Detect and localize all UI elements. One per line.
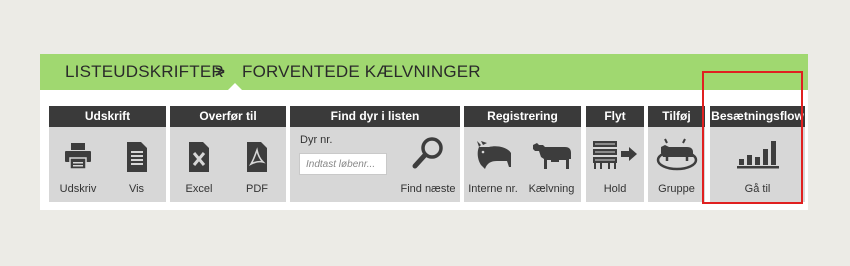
add-group-button[interactable]: Gruppe	[648, 127, 705, 202]
tool-label: Kælvning	[528, 183, 575, 195]
group-title: Flyt	[586, 106, 644, 127]
toolbar-group-overfor-til: Overfør til Excel PDF	[170, 106, 286, 202]
tool-label: Vis	[128, 183, 145, 195]
breadcrumb-separator: >	[215, 62, 226, 81]
toolbar-group-besaetningsflow: Besætningsflow Gå til	[710, 106, 805, 202]
toolbar-group-flyt: Flyt Hold	[586, 106, 644, 202]
document-icon	[126, 142, 147, 172]
group-title: Find dyr i listen	[290, 106, 460, 127]
pdf-icon	[247, 142, 267, 172]
toolbar-group-registrering: Registrering Interne nr. Kælvning	[464, 106, 581, 202]
cow-head-icon	[477, 141, 511, 169]
toolbar-group-udskrift: Udskrift Udskriv Vis	[49, 106, 166, 202]
toolbar-group-tilfoj: Tilføj Gruppe	[648, 106, 705, 202]
tool-label: Find næste	[400, 183, 456, 195]
print-button[interactable]: Udskriv	[49, 127, 107, 202]
tool-label: PDF	[246, 183, 268, 195]
cow-icon	[532, 143, 571, 169]
breadcrumb-item-current: FORVENTEDE KÆLVNINGER	[242, 62, 481, 81]
breadcrumb-item-listeudskrifter[interactable]: LISTEUDSKRIFTER	[65, 62, 224, 82]
internal-number-button[interactable]: Interne nr.	[464, 127, 522, 202]
printer-icon	[65, 143, 91, 170]
bar-chart-icon	[736, 141, 779, 169]
breadcrumb: LISTEUDSKRIFTER > FORVENTEDE KÆLVNINGER	[40, 54, 808, 91]
group-cow-icon	[656, 138, 697, 171]
excel-icon	[189, 142, 209, 172]
view-button[interactable]: Vis	[107, 127, 166, 202]
tool-label: Gå til	[744, 183, 771, 195]
toolbar-group-find-dyr: Find dyr i listen Dyr nr. Find næste	[290, 106, 460, 202]
breadcrumb-pointer	[227, 83, 243, 91]
group-title: Besætningsflow	[710, 106, 805, 127]
tool-label: Hold	[603, 183, 627, 195]
tool-label: Excel	[185, 183, 213, 195]
tool-label: Udskriv	[59, 183, 97, 195]
export-excel-button[interactable]: Excel	[170, 127, 228, 202]
group-title: Udskrift	[49, 106, 166, 127]
herd-move-icon	[593, 141, 637, 169]
export-pdf-button[interactable]: PDF	[228, 127, 286, 202]
tool-label: Gruppe	[658, 183, 695, 195]
group-title: Tilføj	[648, 106, 705, 127]
magnifier-icon	[412, 137, 443, 169]
list-toolbar-panel: LISTEUDSKRIFTER > FORVENTEDE KÆLVNINGER …	[40, 54, 808, 210]
move-herd-button[interactable]: Hold	[586, 127, 644, 202]
find-next-button[interactable]: Find næste	[396, 127, 460, 202]
animal-number-input[interactable]	[299, 153, 387, 175]
go-to-herd-flow-button[interactable]: Gå til	[710, 127, 805, 202]
animal-number-label: Dyr nr.	[300, 134, 333, 146]
group-title: Overfør til	[170, 106, 286, 127]
calving-button[interactable]: Kælvning	[522, 127, 581, 202]
group-title: Registrering	[464, 106, 581, 127]
tool-label: Interne nr.	[468, 183, 518, 195]
